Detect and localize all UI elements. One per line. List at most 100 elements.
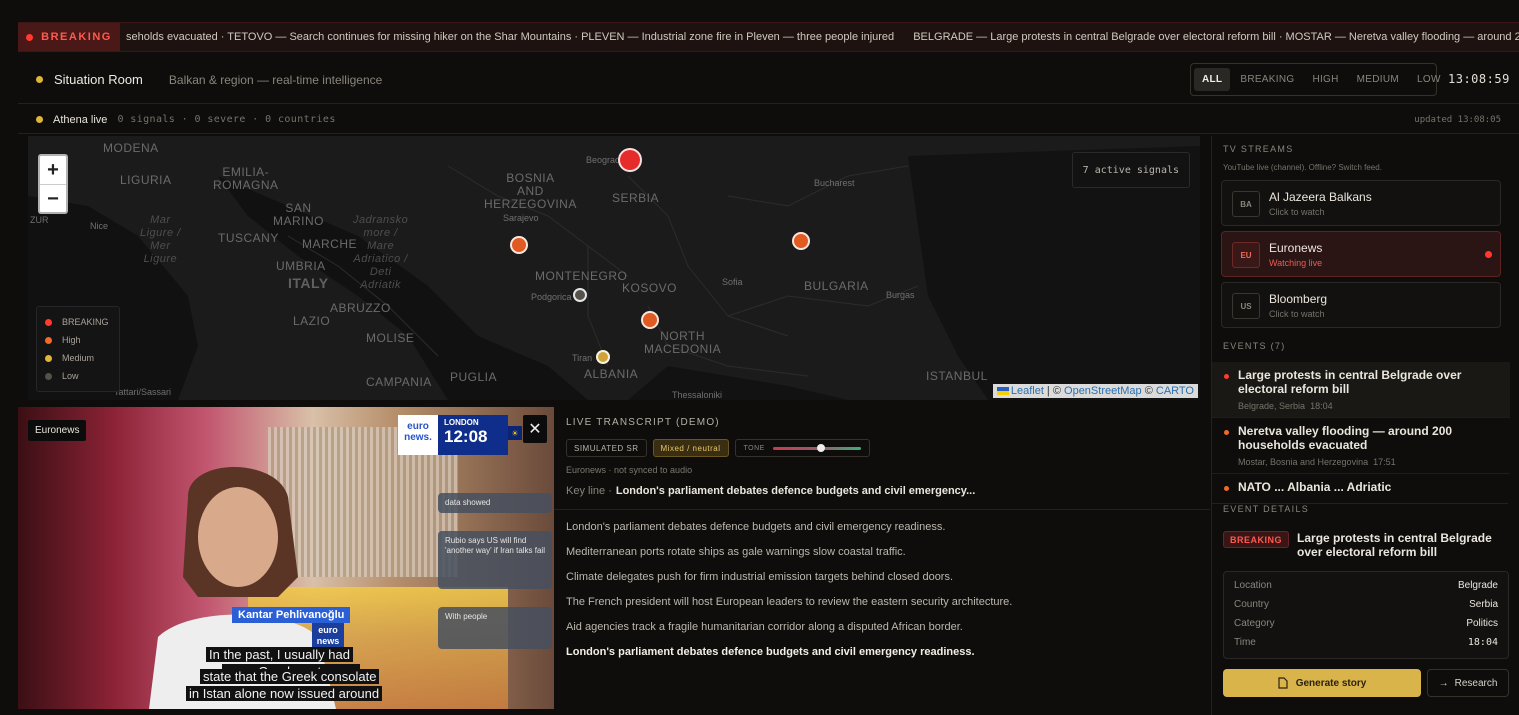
live-dot-icon [1485, 251, 1492, 258]
legend-label: High [62, 335, 81, 345]
event-title: Neretva valley flooding — around 200 hou… [1238, 424, 1453, 452]
city-time: 12:08 [444, 427, 488, 446]
map-label-jadransko: Jadransko more / Mare Adriatico / Deti A… [353, 214, 409, 291]
attribution-sep: | © [1043, 385, 1065, 397]
tone-bar [772, 443, 861, 452]
situation-room-app: BREAKING seholds evacuated · TETOVO — Se… [0, 0, 1519, 715]
map-city-sofia: Sofia [722, 277, 743, 287]
map-label-campania: CAMPANIA [366, 375, 432, 389]
map-label-serbia: SERBIA [612, 191, 660, 205]
event-item[interactable]: Neretva valley flooding — around 200 hou… [1212, 418, 1510, 474]
legend-dot-icon [45, 372, 52, 380]
filter-breaking-button[interactable]: BREAKING [1232, 68, 1302, 91]
close-icon: ✕ [528, 421, 542, 438]
filter-all-button[interactable]: ALL [1194, 68, 1231, 91]
live-status-icon [36, 116, 43, 123]
app-title: Situation Room [54, 72, 143, 87]
video-channel-tag: Euronews [28, 420, 87, 441]
stream-euronews[interactable]: EU Euronews Watching live [1221, 231, 1501, 277]
legend-item: High [45, 331, 111, 349]
map-label-mar-ligure: Mar Ligure / Mer Ligure [140, 214, 181, 265]
map-marker-breaking[interactable] [618, 148, 642, 172]
map-label-san-marino: SAN MARINO [273, 201, 324, 228]
transcript-key-line: Key line · London's parliament debates de… [566, 485, 975, 497]
sun-icon: ☀ [508, 426, 522, 440]
detail-key: Country [1234, 599, 1270, 610]
event-severity-icon [1224, 374, 1229, 379]
map-marker-high[interactable] [510, 236, 528, 254]
ticker-item[interactable]: seholds evacuated · TETOVO — Search cont… [126, 31, 894, 43]
map-label-marche: MARCHE [302, 237, 358, 251]
osm-link[interactable]: OpenStreetMap [1064, 385, 1142, 397]
transcript-line: Mediterranean ports rotate ships as gale… [566, 546, 906, 558]
event-place: Mostar, Bosnia and Herzegovina [1238, 457, 1369, 467]
filter-low-button[interactable]: LOW [1409, 68, 1449, 91]
video-player[interactable]: Euronews euro news. LONDON 12:08 ☀ ✕ dat… [18, 407, 554, 709]
event-severity-icon [1224, 486, 1229, 491]
generate-story-button[interactable]: Generate story [1223, 669, 1421, 697]
event-time: 17:51 [1373, 457, 1396, 467]
transcript-controls: SIMULATED SR Mixed / neutral TONE [566, 439, 870, 457]
stream-bloomberg[interactable]: US Bloomberg Click to watch [1221, 282, 1501, 328]
event-item[interactable]: Large protests in central Belgrade over … [1212, 362, 1510, 418]
map-label-tuscany: TUSCANY [218, 231, 279, 245]
zoom-in-button[interactable]: + [40, 156, 66, 184]
map-marker-high[interactable] [641, 311, 659, 329]
legend-dot-icon [45, 354, 52, 362]
transcript-title: LIVE TRANSCRIPT (DEMO) [566, 417, 720, 428]
tone-knob [817, 443, 826, 452]
map-marker-high[interactable] [792, 232, 810, 250]
map-marker-medium[interactable] [596, 350, 610, 364]
detail-key: Time [1234, 637, 1256, 648]
zoom-out-button[interactable]: − [40, 185, 66, 213]
map-city-sarajevo: Sarajevo [503, 213, 539, 223]
legend-dot-icon [45, 336, 52, 344]
close-video-button[interactable]: ✕ [523, 415, 547, 443]
map-label-modena: MODENA [103, 141, 159, 155]
research-button[interactable]: → Research [1427, 669, 1509, 697]
legend-item: Medium [45, 349, 111, 367]
event-item[interactable]: NATO ... Albania ... Adriatic [1212, 474, 1510, 492]
right-sidebar: TV STREAMS YouTube live (channel). Offli… [1211, 136, 1519, 715]
stream-name: Bloomberg [1269, 292, 1328, 306]
document-icon [1278, 677, 1288, 689]
generate-story-label: Generate story [1295, 677, 1367, 689]
stream-name: Euronews [1269, 241, 1323, 255]
filter-high-button[interactable]: HIGH [1304, 68, 1346, 91]
tone-label: TONE [743, 444, 765, 452]
map-label-albania: ALBANIA [584, 367, 639, 381]
severity-filter: ALL BREAKING HIGH MEDIUM LOW [1190, 63, 1440, 96]
map-city-tattari: Tattari/Sassari [114, 387, 172, 397]
video-caption: state that the Greek consolate [200, 669, 380, 684]
carto-link[interactable]: CARTO [1156, 385, 1194, 397]
attribution-sep: © [1141, 385, 1156, 397]
active-signals-badge: 7 active signals [1071, 152, 1190, 188]
app-header: Situation Room Balkan & region — real-ti… [18, 56, 1519, 104]
map-label-italy: ITALY [288, 275, 329, 291]
map-label-umbria: UMBRIA [276, 259, 326, 273]
lower-third-name: Kantar Pehlivanoğlu [232, 607, 351, 623]
map-legend: BREAKING High Medium Low [36, 306, 120, 392]
simulated-sr-chip[interactable]: SIMULATED SR [566, 439, 647, 457]
map-label-lazio: LAZIO [293, 314, 331, 328]
signals-map[interactable]: MODENA EMILIA- ROMAGNA LIGURIA Mar Ligur… [28, 136, 1200, 400]
map-label-bulgaria: BULGARIA [804, 279, 869, 293]
map-label-abruzzo: ABRUZZO [330, 301, 391, 315]
key-line-label: Key line · [566, 485, 612, 497]
breaking-badge: BREAKING [18, 23, 120, 51]
status-label: Athena live [53, 113, 108, 126]
city-clock: LONDON 12:08 [438, 415, 508, 455]
stream-al-jazeera-balkans[interactable]: BA Al Jazeera Balkans Click to watch [1221, 180, 1501, 226]
event-meta: Belgrade, Serbia 18:04 [1238, 401, 1500, 411]
map-label-liguria: LIGURIA [120, 173, 172, 187]
research-label: Research [1454, 677, 1498, 689]
detail-value: 18:04 [1467, 637, 1498, 648]
leaflet-link[interactable]: Leaflet [1011, 385, 1044, 397]
updated-time: updated 13:08:05 [1414, 114, 1501, 125]
filter-medium-button[interactable]: MEDIUM [1349, 68, 1407, 91]
detail-value: Serbia [1469, 599, 1498, 610]
detail-key: Category [1234, 618, 1275, 629]
ticker-item[interactable]: BELGRADE — Large protests in central Bel… [913, 31, 1519, 43]
map-marker-low[interactable] [573, 288, 587, 302]
legend-item: BREAKING [45, 313, 111, 331]
